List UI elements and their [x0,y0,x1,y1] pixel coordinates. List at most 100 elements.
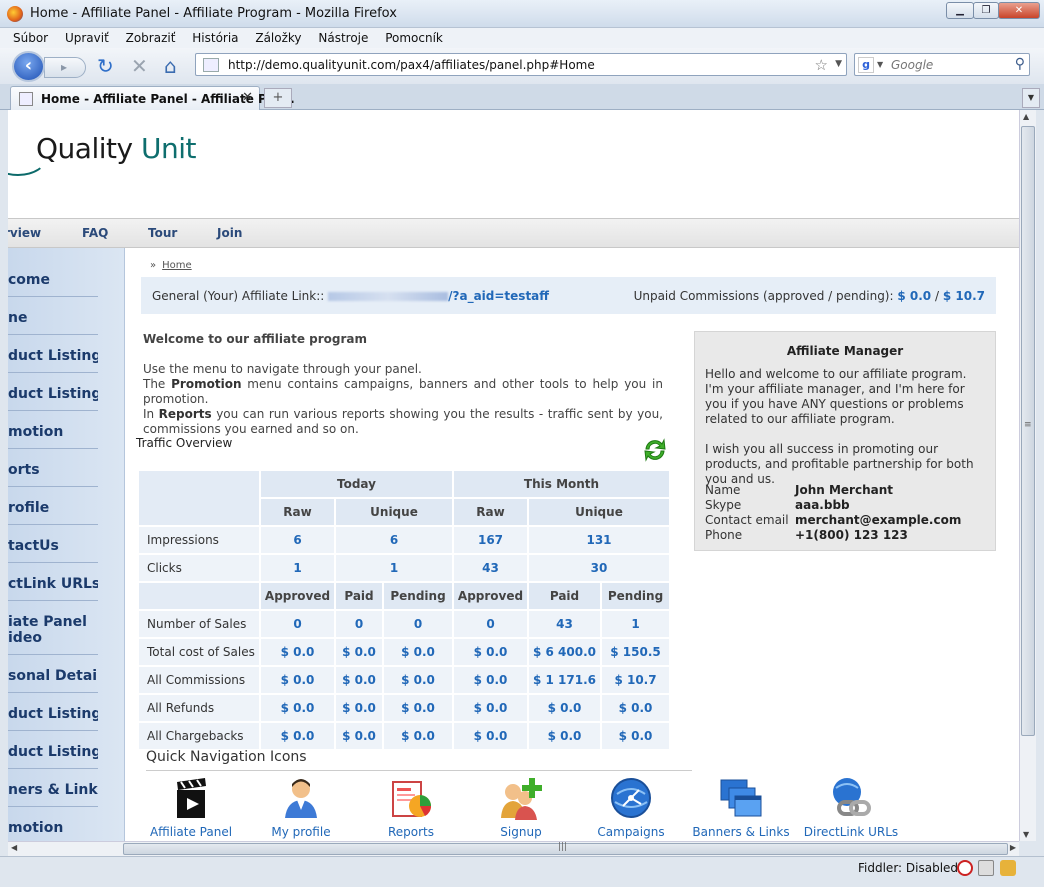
sidebar-item-personal-details[interactable]: sonal Details [8,668,98,684]
minimize-button[interactable]: ▁ [946,2,974,19]
url-bar[interactable]: http://demo.qualityunit.com/pax4/affilia… [195,53,847,76]
cell: 30 [529,555,669,581]
tab-list-button[interactable]: ▼ [1022,88,1040,108]
nav-tour[interactable]: Tour [148,226,177,240]
new-tab-button[interactable]: + [264,88,292,108]
sidebar-item-contactus[interactable]: tactUs [8,538,98,554]
nav-join[interactable]: Join [217,226,242,240]
menu-file[interactable]: Súbor [13,31,48,45]
quick-nav-directlink-urls[interactable]: DirectLink URLs [801,776,901,839]
reload-icon[interactable]: ↻ [97,56,114,76]
refresh-icon[interactable] [641,436,669,464]
forward-button[interactable]: ▸ [44,57,86,78]
tab-close-icon[interactable]: ✕ [242,90,253,105]
sidebar-item-product-listing-2[interactable]: duct Listing [8,386,98,402]
bookmark-star-icon[interactable]: ☆ [815,56,828,74]
quick-nav-reports[interactable]: Reports [361,776,461,839]
vertical-scroll-thumb[interactable] [1021,126,1035,736]
fiddler-status[interactable]: Fiddler: Disabled [858,861,958,875]
search-box[interactable]: g ▼ ⚲ [854,53,1030,76]
sidebar-item-banners-links[interactable]: ners & Links [8,782,98,798]
manager-name-label: Name [705,483,741,497]
maximize-button[interactable]: ❐ [973,2,999,19]
sidebar-item-reports[interactable]: orts [8,462,98,478]
quick-nav-signup[interactable]: Signup [471,776,571,839]
sidebar-item-affiliate-panel-video[interactable]: iate Panel ideo [8,614,88,646]
menu-bookmarks[interactable]: Záložky [255,31,301,45]
row-label-all-commissions: All Commissions [139,667,259,693]
scroll-grip-icon: ≡ [1024,420,1032,430]
url-text[interactable]: http://demo.qualityunit.com/pax4/affilia… [228,58,595,72]
cell: $ 0.0 [454,723,527,749]
quick-nav-label: Campaigns [597,825,665,839]
menu-history[interactable]: História [192,31,238,45]
sidebar-divider [8,730,98,731]
table-row: Number of Sales 0 0 0 0 43 1 [139,611,669,637]
affiliate-link[interactable]: /?a_aid=testaff [448,289,549,303]
campaigns-globe-icon [611,778,651,818]
horizontal-scrollbar[interactable]: ◀ ||| ▶ [8,841,1019,856]
manager-skype: aaa.bbb [795,498,850,512]
url-dropdown-icon[interactable]: ▼ [835,59,842,69]
home-icon[interactable]: ⌂ [164,56,177,76]
manager-name: John Merchant [795,483,894,497]
nav-faq[interactable]: FAQ [82,226,108,240]
breadcrumb-home-link[interactable]: Home [162,260,192,271]
sidebar-item-product-listing-4[interactable]: duct Listing [8,744,98,760]
search-icon[interactable]: ⚲ [1015,56,1025,72]
row-label-all-chargebacks: All Chargebacks [139,723,259,749]
directlink-chain-icon [833,778,871,816]
quality-unit-logo[interactable]: Quality Unit [8,128,196,176]
addon-icon[interactable] [1000,860,1016,876]
quick-nav-campaigns[interactable]: Campaigns [581,776,681,839]
scroll-left-icon[interactable]: ◀ [11,843,17,852]
vertical-scrollbar[interactable]: ▲ ≡ ▼ [1019,110,1036,841]
search-engine-dropdown-icon[interactable]: ▼ [877,60,883,69]
sidebar-item-welcome[interactable]: come [8,272,98,288]
menu-view[interactable]: Zobraziť [126,31,176,45]
scroll-right-icon[interactable]: ▶ [1010,843,1016,852]
firefox-icon [7,6,23,22]
sidebar-item-directlink-urls[interactable]: ctLink URLs [8,576,98,592]
blocked-icon[interactable] [957,860,973,876]
sidebar-item-promotion[interactable]: motion [8,424,98,440]
unpaid-separator: / [934,289,940,303]
sidebar-divider [8,410,98,411]
table-row: All Commissions $ 0.0 $ 0.0 $ 0.0 $ 0.0 … [139,667,669,693]
tab-home[interactable]: Home - Affiliate Panel - Affiliate Pro..… [10,86,295,110]
site-identity-icon[interactable] [203,58,219,72]
nav-overview[interactable]: rview [8,226,41,240]
manager-phone-label: Phone [705,528,743,542]
quick-nav-label: Banners & Links [692,825,790,839]
close-button[interactable]: ✕ [998,2,1040,19]
sidebar-item-promotion-2[interactable]: motion [8,820,98,836]
menu-tools[interactable]: Nástroje [318,31,368,45]
sidebar-item-home[interactable]: ne [8,310,98,326]
document-icon[interactable] [978,860,994,876]
quick-nav-banners-links[interactable]: Banners & Links [691,776,791,839]
cell: 167 [454,527,527,553]
welcome-line-3-post: you can run various reports showing you … [143,407,663,436]
google-icon[interactable]: g [858,57,874,73]
menu-help[interactable]: Pomocník [385,31,443,45]
page-viewport: Quality Unit rview FAQ Tour Join come ne… [8,110,1019,841]
search-input[interactable] [891,57,1011,73]
cell: $ 0.0 [336,695,382,721]
scroll-down-icon[interactable]: ▼ [1023,830,1029,839]
sidebar-item-profile[interactable]: rofile [8,500,98,516]
cell: $ 0.0 [261,639,334,665]
sidebar-divider [8,768,98,769]
sidebar-item-product-listing[interactable]: duct Listing [8,348,98,364]
scroll-up-icon[interactable]: ▲ [1023,112,1029,121]
menu-edit[interactable]: Upraviť [65,31,109,45]
stop-icon[interactable]: ✕ [131,56,148,76]
main-content: » Home General (Your) Affiliate Link:: /?… [126,248,1016,841]
manager-message: Hello and welcome to our affiliate progr… [705,367,987,487]
quick-nav-my-profile[interactable]: My profile [251,776,351,839]
back-button[interactable]: ‹ [12,51,45,82]
cell: $ 10.7 [602,667,669,693]
sidebar-divider [8,334,98,335]
quick-nav-affiliate-panel[interactable]: Affiliate Panel [141,776,241,839]
cell: 0 [454,611,527,637]
sidebar-item-product-listing-3[interactable]: duct Listing [8,706,98,722]
